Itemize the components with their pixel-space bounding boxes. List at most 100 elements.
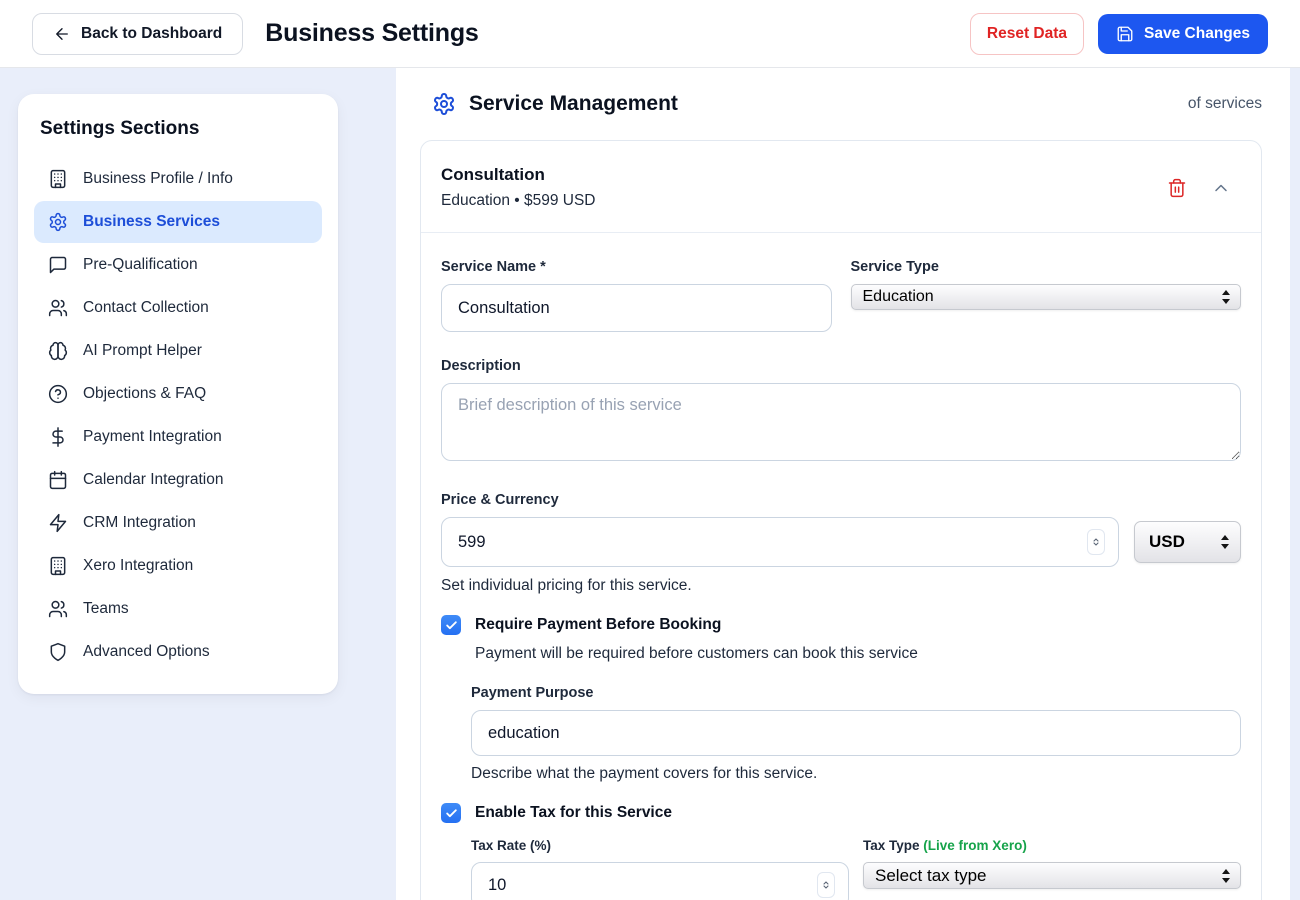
sidebar-item-label: Calendar Integration <box>83 471 223 489</box>
tax-rate-stepper[interactable] <box>817 872 835 898</box>
sidebar-item-label: Teams <box>83 600 129 618</box>
dollar-icon <box>48 427 68 447</box>
delete-service-button[interactable] <box>1167 178 1187 198</box>
sidebar-item-business-services[interactable]: Business Services <box>34 201 322 243</box>
chat-bubble-icon <box>48 255 68 275</box>
back-to-dashboard-button[interactable]: Back to Dashboard <box>32 13 243 55</box>
trash-icon <box>1167 178 1187 198</box>
description-label: Description <box>441 358 1241 374</box>
sidebar-item-teams[interactable]: Teams <box>34 588 322 630</box>
tax-type-group: Tax Type (Live from Xero) Select tax typ… <box>863 838 1241 900</box>
sidebar-item-label: CRM Integration <box>83 514 196 532</box>
price-currency-row: USD <box>441 517 1241 567</box>
settings-sections-card: Settings Sections Business Profile / Inf… <box>18 94 338 694</box>
service-management-header: Service Management of services <box>432 92 1262 116</box>
name-type-row: Service Name * Service Type Education <box>441 259 1241 332</box>
top-header: Back to Dashboard Business Settings Rese… <box>0 0 1300 68</box>
check-icon <box>445 619 458 632</box>
service-name-input[interactable] <box>441 284 832 332</box>
description-field-group: Description <box>441 358 1241 466</box>
up-down-arrows-icon <box>1219 534 1231 550</box>
section-title: Service Management <box>469 92 678 116</box>
main-panel: Service Management of services Consultat… <box>396 68 1290 900</box>
price-input-wrap <box>441 517 1119 567</box>
sidebar-item-objections-faq[interactable]: Objections & FAQ <box>34 373 322 415</box>
sidebar-item-contact-collection[interactable]: Contact Collection <box>34 287 322 329</box>
sidebar-item-label: Contact Collection <box>83 299 209 317</box>
sidebar-item-ai-prompt-helper[interactable]: AI Prompt Helper <box>34 330 322 372</box>
price-currency-label: Price & Currency <box>441 492 1241 508</box>
enable-tax-row: Enable Tax for this Service <box>441 803 1241 823</box>
sidebar-item-label: Business Profile / Info <box>83 170 233 188</box>
building-icon <box>48 169 68 189</box>
currency-selected-value: USD <box>1149 532 1185 552</box>
building-icon <box>48 556 68 576</box>
price-currency-group: Price & Currency USD Set <box>441 492 1241 595</box>
sidebar-title: Settings Sections <box>40 118 316 140</box>
calendar-icon <box>48 470 68 490</box>
page-content: Settings Sections Business Profile / Inf… <box>0 68 1300 900</box>
tax-fields-row: Tax Rate (%) Tax Type (Live from Xero) <box>471 838 1241 900</box>
users-icon <box>48 298 68 318</box>
sidebar-item-label: Business Services <box>83 213 220 231</box>
floppy-disk-icon <box>1116 25 1134 43</box>
require-payment-row: Require Payment Before Booking <box>441 615 1241 635</box>
sidebar-item-calendar-integration[interactable]: Calendar Integration <box>34 459 322 501</box>
help-circle-icon <box>48 384 68 404</box>
price-stepper[interactable] <box>1087 529 1105 555</box>
tax-type-live-note: (Live from Xero) <box>923 838 1027 853</box>
tax-rate-input-wrap <box>471 862 849 900</box>
tax-type-label-text: Tax Type <box>863 838 920 853</box>
price-helper-text: Set individual pricing for this service. <box>441 577 1241 595</box>
enable-tax-label: Enable Tax for this Service <box>475 804 672 822</box>
tax-type-selected-value: Select tax type <box>875 866 987 886</box>
enable-tax-checkbox[interactable] <box>441 803 461 823</box>
service-card-header[interactable]: Consultation Education • $599 USD <box>421 141 1261 233</box>
sidebar-item-pre-qualification[interactable]: Pre-Qualification <box>34 244 322 286</box>
currency-select[interactable]: USD <box>1134 521 1241 563</box>
up-down-chevrons-icon <box>820 876 832 894</box>
price-input[interactable] <box>441 517 1119 567</box>
sidebar-item-xero-integration[interactable]: Xero Integration <box>34 545 322 587</box>
sidebar-item-label: Objections & FAQ <box>83 385 206 403</box>
zap-icon <box>48 513 68 533</box>
brain-icon <box>48 341 68 361</box>
payment-purpose-helper: Describe what the payment covers for thi… <box>471 765 1241 783</box>
sidebar-item-advanced-options[interactable]: Advanced Options <box>34 631 322 673</box>
require-payment-helper: Payment will be required before customer… <box>475 645 1241 663</box>
users-icon <box>48 599 68 619</box>
service-card-actions <box>1167 178 1231 198</box>
payment-purpose-input[interactable] <box>471 710 1241 756</box>
sidebar-item-payment-integration[interactable]: Payment Integration <box>34 416 322 458</box>
service-card-title: Consultation <box>441 165 596 185</box>
sidebar-item-label: Xero Integration <box>83 557 193 575</box>
up-down-arrows-icon <box>1220 868 1232 884</box>
sidebar-column: Settings Sections Business Profile / Inf… <box>0 68 396 900</box>
tax-type-select[interactable]: Select tax type <box>863 862 1241 889</box>
sidebar-item-label: Advanced Options <box>83 643 210 661</box>
require-payment-checkbox[interactable] <box>441 615 461 635</box>
collapse-service-button[interactable] <box>1211 178 1231 198</box>
sidebar-item-business-profile[interactable]: Business Profile / Info <box>34 158 322 200</box>
payment-purpose-group: Payment Purpose Describe what the paymen… <box>471 685 1241 783</box>
require-payment-label: Require Payment Before Booking <box>475 616 721 634</box>
arrow-left-icon <box>53 25 71 43</box>
service-type-label: Service Type <box>851 259 1242 275</box>
tax-rate-input[interactable] <box>471 862 849 900</box>
service-type-field-group: Service Type Education <box>851 259 1242 332</box>
page-title: Business Settings <box>265 19 478 48</box>
service-type-selected-value: Education <box>863 288 934 306</box>
service-name-field-group: Service Name * <box>441 259 832 332</box>
reset-data-button[interactable]: Reset Data <box>970 13 1084 55</box>
sidebar-item-crm-integration[interactable]: CRM Integration <box>34 502 322 544</box>
services-count-note: of services <box>1188 95 1262 113</box>
sidebar-item-label: Pre-Qualification <box>83 256 198 274</box>
description-textarea[interactable] <box>441 383 1241 461</box>
sidebar-item-label: AI Prompt Helper <box>83 342 202 360</box>
save-changes-button[interactable]: Save Changes <box>1098 14 1268 54</box>
service-type-select[interactable]: Education <box>851 284 1242 310</box>
chevron-up-icon <box>1211 178 1231 198</box>
gear-icon <box>48 212 68 232</box>
save-button-label: Save Changes <box>1144 25 1250 43</box>
up-down-arrows-icon <box>1220 289 1232 305</box>
